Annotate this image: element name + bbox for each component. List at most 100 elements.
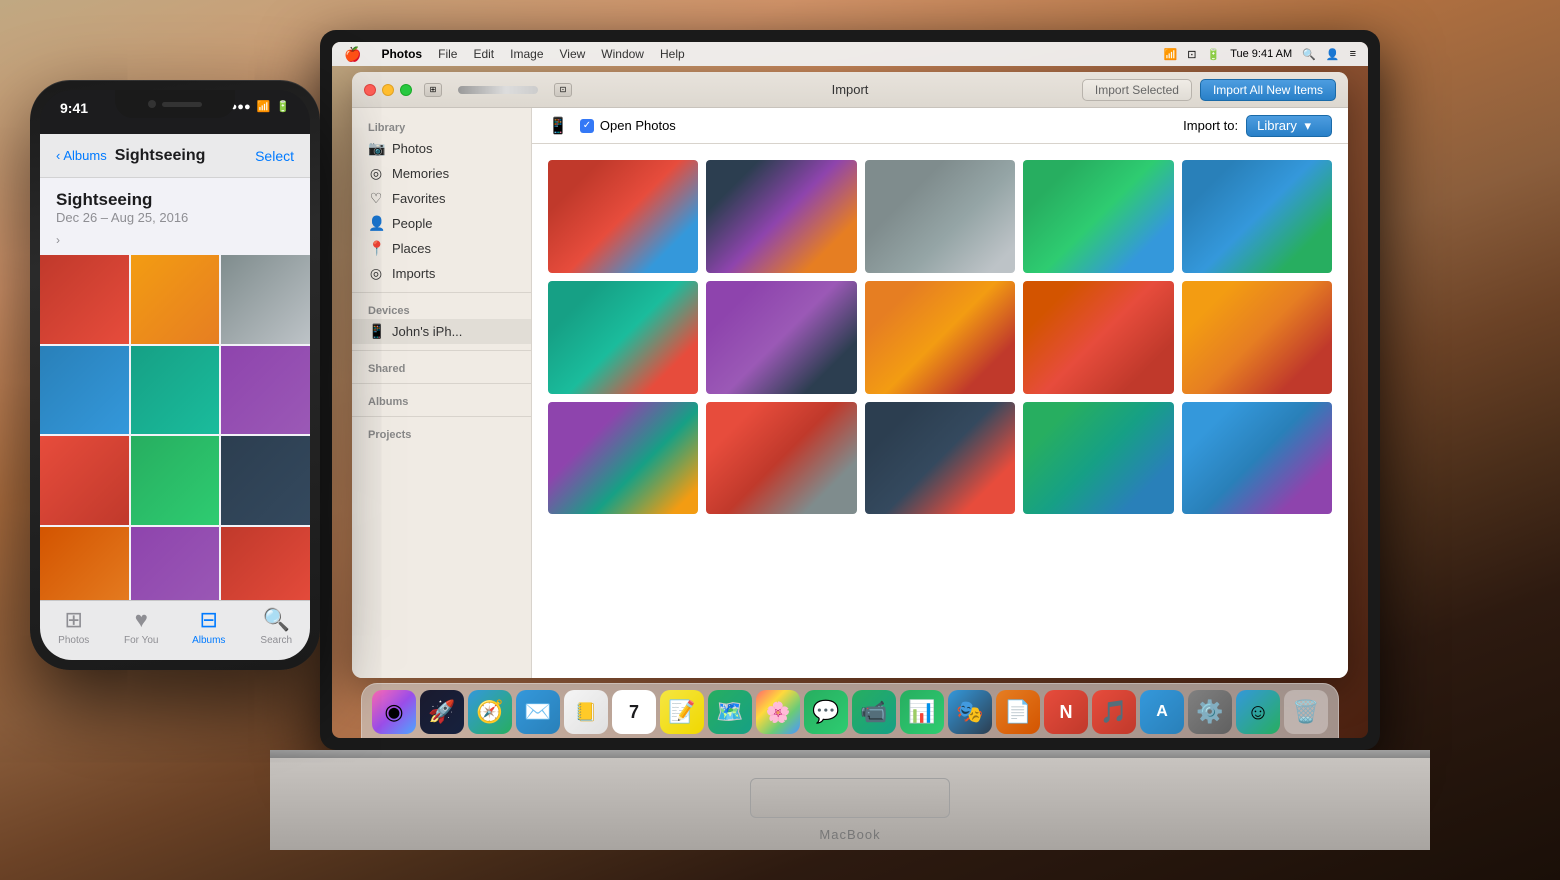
search-icon[interactable]: 🔍 [1302,48,1316,61]
open-photos-toggle[interactable]: ✓ Open Photos [580,118,676,133]
iphone-photo-8[interactable] [131,436,220,525]
dock-trash[interactable]: 🗑️ [1284,690,1328,734]
photo-thumb-5[interactable] [1182,160,1332,273]
iphone-photo-3[interactable] [221,255,310,344]
dock-numbers[interactable]: 📊 [900,690,944,734]
title-bar-right: Import Selected Import All New Items [1082,79,1336,101]
dock-news[interactable]: N [1044,690,1088,734]
menu-help[interactable]: Help [660,47,685,61]
maximize-button[interactable] [400,84,412,96]
menu-image[interactable]: Image [510,47,543,61]
imports-icon: ◎ [368,265,384,282]
battery-icon: 🔋 [276,100,290,113]
select-button[interactable]: Select [255,148,294,164]
dock-messages[interactable]: 💬 [804,690,848,734]
back-button[interactable]: ‹ Albums [56,148,107,163]
dock-systemprefs[interactable]: ⚙️ [1188,690,1232,734]
import-selected-button[interactable]: Import Selected [1082,79,1192,101]
dock-music[interactable]: 🎵 [1092,690,1136,734]
iphone-tab-albums[interactable]: ⊟ Albums [175,607,243,646]
user-icon[interactable]: 👤 [1326,48,1340,61]
import-all-button[interactable]: Import All New Items [1200,79,1336,101]
photo-thumb-1[interactable] [548,160,698,273]
photo-thumb-2[interactable] [706,160,856,273]
people-icon: 👤 [368,215,384,232]
iphone-tab-search[interactable]: 🔍 Search [243,607,311,646]
sidebar-item-memories[interactable]: ◎ Memories [352,161,531,186]
dock-notes[interactable]: 📝 [660,690,704,734]
menu-view[interactable]: View [560,47,586,61]
dock-calendar[interactable]: 7 [612,690,656,734]
iphone-photo-11[interactable] [131,527,220,600]
photo-thumb-15[interactable] [1182,402,1332,515]
photos-window: ⊞ ⊡ Import Import Selected Import All Ne… [352,72,1348,678]
iphone-photo-7[interactable] [40,436,129,525]
dock-siri[interactable]: ◉ [372,690,416,734]
sidebar-device-iphone[interactable]: 📱 John's iPh... [352,319,531,344]
device-icon: 📱 [368,323,384,340]
photo-thumb-8[interactable] [865,281,1015,394]
phone-device-icon: 📱 [548,116,568,136]
fullscreen-toggle[interactable]: ⊡ [554,83,572,97]
iphone-photo-6[interactable] [221,346,310,435]
dock-launchpad[interactable]: 🚀 [420,690,464,734]
dock-contacts[interactable]: 📒 [564,690,608,734]
speaker [162,102,202,107]
apple-menu-icon[interactable]: 🍎 [344,46,361,63]
photo-thumb-11[interactable] [548,402,698,515]
iphone-photo-2[interactable] [131,255,220,344]
iphone-photo-grid [40,255,310,600]
trackpad[interactable] [750,778,950,818]
photo-thumb-4[interactable] [1023,160,1173,273]
iphone-photo-4[interactable] [40,346,129,435]
menu-extras-icon[interactable]: ≡ [1350,48,1356,60]
iphone-tab-photos[interactable]: ⊞ Photos [40,607,108,646]
photo-thumb-12[interactable] [706,402,856,515]
menu-window[interactable]: Window [601,47,644,61]
window-body: Library 📷 Photos ◎ Memories ♡ Favorites [352,108,1348,678]
sidebar-divider-4 [352,416,531,417]
sidebar-item-photos[interactable]: 📷 Photos [352,136,531,161]
import-destination-select[interactable]: Library ▾ [1246,115,1332,137]
sidebar-item-favorites[interactable]: ♡ Favorites [352,186,531,211]
close-button[interactable] [364,84,376,96]
sidebar-item-imports[interactable]: ◎ Imports [352,261,531,286]
photo-thumb-7[interactable] [706,281,856,394]
sidebar-toggle[interactable]: ⊞ [424,83,442,97]
dock-safari[interactable]: 🧭 [468,690,512,734]
title-bar: ⊞ ⊡ Import Import Selected Import All Ne… [352,72,1348,108]
photo-thumb-3[interactable] [865,160,1015,273]
iphone-photo-12[interactable] [221,527,310,600]
photo-thumb-10[interactable] [1182,281,1332,394]
dock-finder[interactable]: ☺ [1236,690,1280,734]
iphone-photo-5[interactable] [131,346,220,435]
iphone-photo-10[interactable] [40,527,129,600]
sidebar-item-places[interactable]: 📍 Places [352,236,531,261]
dock-appstore[interactable]: A [1140,690,1184,734]
menu-edit[interactable]: Edit [473,47,494,61]
iphone-photo-9[interactable] [221,436,310,525]
photo-thumb-14[interactable] [1023,402,1173,515]
iphone-tab-foryou[interactable]: ♥ For You [108,607,176,646]
dock-keynote[interactable]: 🎭 [948,690,992,734]
photo-thumb-6[interactable] [548,281,698,394]
foryou-tab-label: For You [124,635,158,646]
menu-file[interactable]: File [438,47,457,61]
devices-section-label: Devices [352,299,531,319]
open-photos-checkbox[interactable]: ✓ [580,119,594,133]
photo-thumb-9[interactable] [1023,281,1173,394]
dock-pages[interactable]: 📄 [996,690,1040,734]
dock-facetime[interactable]: 📹 [852,690,896,734]
photo-thumb-13[interactable] [865,402,1015,515]
battery-icon: 🔋 [1207,48,1221,61]
sidebar-item-people[interactable]: 👤 People [352,211,531,236]
back-label: Albums [63,148,106,163]
dock-mail[interactable]: ✉️ [516,690,560,734]
zoom-slider[interactable] [458,86,538,94]
iphone-photo-1[interactable] [40,255,129,344]
dock-maps[interactable]: 🗺️ [708,690,752,734]
window-controls-mid: ⊞ ⊡ [424,83,572,97]
minimize-button[interactable] [382,84,394,96]
dock-photos[interactable]: 🌸 [756,690,800,734]
app-name[interactable]: Photos [381,47,422,61]
